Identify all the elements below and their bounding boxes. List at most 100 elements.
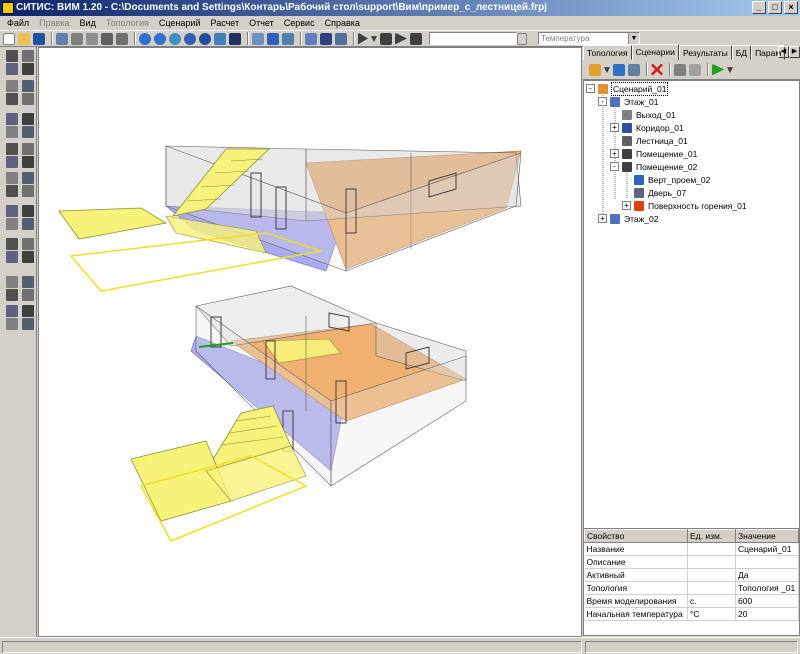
exit-tool-icon[interactable] [6,126,18,138]
matrix-icon[interactable] [320,32,332,45]
tree-item[interactable]: Выход_01 [622,109,677,121]
link-icon[interactable] [22,93,34,105]
run-dropdown-icon[interactable] [727,67,733,74]
property-value[interactable]: 20 [735,607,799,621]
hatch-icon[interactable] [22,143,34,155]
tree-item[interactable]: Коридор_01 [622,122,685,134]
paste-icon[interactable] [86,32,98,45]
add-scenario-icon[interactable] [589,63,601,76]
expand-icon[interactable]: + [610,123,619,132]
resize-icon[interactable] [22,251,34,263]
minimize-button[interactable]: _ [752,1,766,14]
props-header-property[interactable]: Свойство [584,529,688,543]
property-value[interactable]: Сценарий_01 [735,542,799,556]
rotate-tool-icon[interactable] [22,218,34,230]
step-forward-icon[interactable] [395,32,407,45]
box-icon[interactable] [6,80,18,92]
measure-icon[interactable] [22,305,34,317]
tab-3[interactable]: БД [731,45,752,60]
corridor-tool-icon[interactable] [22,113,34,125]
layers-icon[interactable] [282,32,294,45]
text-icon[interactable] [267,32,279,45]
node-select-icon[interactable] [22,50,34,62]
tab-scroll-left-icon[interactable]: ◀ [778,46,789,58]
copy-icon[interactable] [56,32,68,45]
grid-icon[interactable] [71,32,83,45]
brush-icon[interactable] [6,305,18,317]
gear-tool-icon[interactable] [6,185,18,197]
layer-tool-icon[interactable] [22,185,34,197]
wand-icon[interactable] [6,238,18,250]
menu-item[interactable]: Сценарий [154,16,206,30]
view-3d-icon[interactable] [214,32,226,45]
rect-select-icon[interactable] [6,276,18,288]
zoom-out-icon[interactable] [154,32,166,45]
pan-icon[interactable] [184,32,196,45]
level-icon[interactable] [22,205,34,217]
report-icon[interactable] [335,32,347,45]
edit-node-icon[interactable] [6,218,18,230]
rotate-icon[interactable] [169,32,181,45]
mirror-icon[interactable] [22,238,34,250]
scale-icon[interactable] [6,251,18,263]
property-row[interactable]: Название Сценарий_01 [584,542,799,556]
menu-item[interactable]: Справка [320,16,365,30]
menu-item[interactable]: Сервис [279,16,320,30]
open-folder-icon[interactable] [18,32,30,45]
end-icon[interactable] [410,32,422,45]
menu-item[interactable]: Файл [2,16,34,30]
room-tool-icon[interactable] [6,113,18,125]
property-row[interactable]: Активный Да [584,568,799,582]
new-file-icon[interactable] [3,32,15,45]
scenario-tree[interactable]: - Сценарий_01- Этаж_01 Выход_01 + Коридор_01 Л… [583,80,800,560]
menu-item[interactable]: Отчет [244,16,279,30]
cut-icon[interactable] [101,32,113,45]
list-icon[interactable] [252,32,264,45]
globe-icon[interactable] [199,32,211,45]
building-icon[interactable] [6,205,18,217]
view-front-icon[interactable] [229,32,241,45]
property-row[interactable]: Топология Топология _01 [584,581,799,595]
menu-item[interactable]: Вид [75,16,101,30]
property-value[interactable] [735,555,799,569]
play-icon[interactable] [358,32,368,45]
close-button[interactable]: × [784,1,798,14]
tree-item[interactable]: Верт_проем_02 [634,174,711,186]
tree-item[interactable]: Этаж_01 [610,96,660,108]
collapse-icon[interactable]: - [586,84,595,93]
slider-button[interactable] [517,32,527,45]
tree-item[interactable]: Помещение_02 [622,161,698,173]
collapse-icon[interactable]: - [598,97,607,106]
shape-icon[interactable] [6,156,18,168]
zoom-in-icon[interactable] [139,32,151,45]
tab-2[interactable]: Результаты [678,45,732,60]
step-back-icon[interactable] [380,32,392,45]
vent-icon[interactable] [22,172,34,184]
tree-item[interactable]: Поверхность горения_01 [634,200,748,212]
copy-scenario-icon[interactable] [613,63,625,76]
export-icon[interactable] [22,318,34,330]
stairs-tool-icon[interactable] [22,63,34,75]
property-row[interactable]: Описание [584,555,799,569]
filter-icon[interactable] [6,318,18,330]
chevron-down-icon[interactable]: ▼ [628,33,639,44]
tree-item[interactable]: Этаж_02 [610,213,660,225]
maximize-button[interactable]: □ [768,1,782,14]
props-header-unit[interactable]: Ед. изм. [687,529,736,543]
opening-tool-icon[interactable] [22,126,34,138]
fire-source-icon[interactable] [6,172,18,184]
menu-item[interactable]: Расчет [205,16,244,30]
props-header-value[interactable]: Значение [735,529,799,543]
door-tool-icon[interactable] [6,93,18,105]
property-value[interactable]: 600 [735,594,799,608]
region-icon[interactable] [22,156,34,168]
tree-item[interactable]: Помещение_01 [622,148,698,160]
move-icon[interactable] [22,80,34,92]
grid-tool-icon[interactable] [22,276,34,288]
property-value[interactable]: Топология _01 [735,581,799,595]
flag-icon[interactable] [689,63,701,76]
tree-item[interactable]: Дверь_07 [634,187,687,199]
paste-scenario-icon[interactable] [628,63,640,76]
floor-tool-icon[interactable] [6,143,18,155]
play-dropdown-icon[interactable] [371,36,377,43]
